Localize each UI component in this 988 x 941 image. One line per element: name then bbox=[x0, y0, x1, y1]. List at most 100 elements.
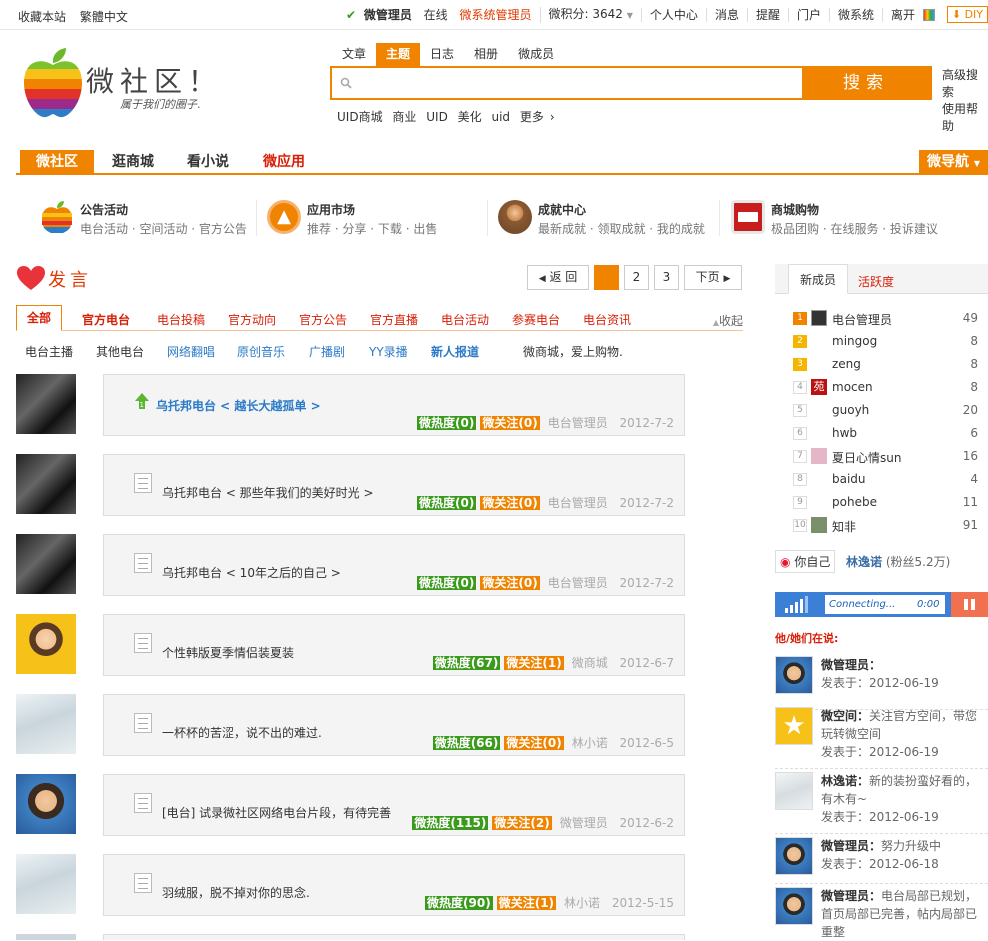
subcat-link[interactable]: 原创音乐 bbox=[237, 343, 285, 360]
rank-name[interactable]: 电台管理员 bbox=[832, 311, 892, 328]
tab-contest-radio[interactable]: 参赛电台 bbox=[512, 311, 560, 328]
page-1[interactable]: 1 bbox=[594, 265, 619, 290]
tab-all[interactable]: 全部 bbox=[16, 305, 63, 331]
post-title[interactable]: 乌托邦电台 < 10年之后的自己 > bbox=[162, 564, 341, 581]
avatar[interactable]: ★ bbox=[775, 707, 813, 745]
ranking-item[interactable]: 4 苑 mocen 8 bbox=[793, 379, 978, 401]
avatar[interactable] bbox=[775, 656, 813, 694]
post-title[interactable]: 个性韩版夏季情侣装夏装 bbox=[162, 644, 294, 661]
hot-keyword[interactable]: UID商城 bbox=[337, 110, 383, 124]
avatar[interactable] bbox=[775, 772, 813, 810]
ranking-item[interactable]: 10 知非 91 bbox=[793, 517, 978, 539]
post-title[interactable]: 乌托邦电台 < 越长大越孤单 > bbox=[156, 397, 321, 414]
page-3[interactable]: 3 bbox=[654, 265, 679, 290]
avatar[interactable] bbox=[16, 854, 76, 914]
post-author[interactable]: 林小诺 bbox=[564, 896, 600, 910]
hot-keyword[interactable]: uid bbox=[491, 110, 510, 124]
tab-radio-info[interactable]: 电台资讯 bbox=[583, 311, 631, 328]
subcat-link[interactable]: 其他电台 bbox=[96, 343, 144, 360]
avatar[interactable] bbox=[16, 454, 76, 514]
search-input[interactable] bbox=[332, 68, 802, 98]
ranking-item[interactable]: 3 zeng 8 bbox=[793, 356, 978, 378]
tab-official-notices[interactable]: 官方公告 bbox=[299, 311, 347, 328]
tab-official-live[interactable]: 官方直播 bbox=[370, 311, 418, 328]
avatar[interactable] bbox=[775, 837, 813, 875]
tab-official-news[interactable]: 官方动向 bbox=[228, 311, 276, 328]
post-author[interactable]: 电台管理员 bbox=[548, 416, 608, 430]
avatar[interactable] bbox=[16, 934, 76, 940]
theme-icon[interactable] bbox=[922, 8, 935, 21]
ranking-item[interactable]: 9 pohebe 11 bbox=[793, 494, 978, 516]
subcat-link[interactable]: 电台主播 bbox=[25, 343, 73, 360]
profile-link[interactable]: 个人中心 bbox=[640, 7, 706, 22]
site-logo[interactable]: 微社区！ 属于我们的圈子. bbox=[22, 42, 232, 122]
tab-radio-events[interactable]: 电台活动 bbox=[441, 311, 489, 328]
avatar[interactable] bbox=[16, 534, 76, 594]
rank-name[interactable]: 夏日心情sun bbox=[832, 449, 901, 466]
post-author[interactable]: 林小诺 bbox=[572, 736, 608, 750]
traditional-chinese-link[interactable]: 繁體中文 bbox=[80, 10, 128, 24]
search-tab-member[interactable]: 微成员 bbox=[508, 43, 564, 66]
tab-official-radio[interactable]: 官方电台 bbox=[82, 311, 130, 328]
weibo-account[interactable]: 林逸诺 (粉丝5.2万) bbox=[846, 553, 950, 570]
tab-new-members[interactable]: 新成员 bbox=[788, 264, 849, 294]
rank-name[interactable]: guoyh bbox=[832, 403, 869, 417]
message-author[interactable]: 微管理员： bbox=[821, 839, 881, 853]
help-link[interactable]: 使用帮助 bbox=[942, 101, 988, 135]
quick-link-shopping[interactable]: 商城购物 极品团购 · 在线服务 · 投诉建议 bbox=[731, 196, 946, 240]
next-button[interactable]: 下页 ▶ bbox=[684, 265, 742, 290]
post-title[interactable]: 一杯杯的苦涩，说不出的难过. bbox=[162, 724, 322, 741]
more-keywords-link[interactable]: 更多 › bbox=[520, 110, 561, 124]
user-group-link[interactable]: 微系统管理员 bbox=[460, 8, 532, 22]
avatar[interactable] bbox=[16, 374, 76, 434]
rank-name[interactable]: zeng bbox=[832, 357, 861, 371]
subcat-link[interactable]: 网络翻唱 bbox=[167, 343, 215, 360]
points-dropdown[interactable]: 微积分: 3642 ▼ bbox=[539, 6, 641, 23]
tab-radio-submissions[interactable]: 电台投稿 bbox=[157, 311, 205, 328]
micro-nav-dropdown[interactable]: 微导航 ▼ bbox=[918, 150, 988, 174]
avatar[interactable] bbox=[775, 887, 813, 925]
ranking-item[interactable]: 1 电台管理员 49 bbox=[793, 310, 978, 332]
ranking-item[interactable]: 8 baidu 4 bbox=[793, 471, 978, 493]
search-tab-album[interactable]: 相册 bbox=[464, 43, 508, 66]
advanced-search-link[interactable]: 高级搜索 bbox=[942, 67, 988, 101]
diy-button[interactable]: ⬇ DIY bbox=[946, 6, 988, 23]
collapse-button[interactable]: ▲收起 bbox=[713, 312, 743, 329]
avatar[interactable] bbox=[16, 774, 76, 834]
nav-item-shop[interactable]: 逛商城 bbox=[112, 150, 154, 174]
nav-item-apps[interactable]: 微应用 bbox=[263, 150, 305, 174]
nav-item-novel[interactable]: 看小说 bbox=[187, 150, 229, 174]
ranking-item[interactable]: 2 mingog 8 bbox=[793, 333, 978, 355]
rank-name[interactable]: mingog bbox=[832, 334, 877, 348]
rank-name[interactable]: pohebe bbox=[832, 495, 877, 509]
hot-keyword[interactable]: 美化 bbox=[458, 110, 482, 124]
message-author[interactable]: 微管理员： bbox=[821, 658, 881, 672]
bookmark-link[interactable]: 收藏本站 bbox=[18, 10, 66, 24]
post-title[interactable]: [电台] 试录微社区网络电台片段，有待完善 bbox=[162, 804, 391, 821]
nav-item-community[interactable]: 微社区 bbox=[20, 150, 94, 174]
search-tab-blog[interactable]: 日志 bbox=[420, 43, 464, 66]
system-link[interactable]: 微系统 bbox=[828, 7, 882, 22]
tab-activity[interactable]: 活跃度 bbox=[858, 273, 894, 290]
rank-name[interactable]: 知非 bbox=[832, 518, 856, 535]
back-button[interactable]: ◀ 返 回 bbox=[527, 265, 589, 290]
search-tab-article[interactable]: 文章 bbox=[332, 43, 376, 66]
post-author[interactable]: 微管理员 bbox=[560, 816, 608, 830]
avatar[interactable] bbox=[16, 614, 76, 674]
pause-button[interactable] bbox=[951, 592, 988, 617]
post-author[interactable]: 电台管理员 bbox=[548, 576, 608, 590]
ranking-item[interactable]: 5 guoyh 20 bbox=[793, 402, 978, 424]
ranking-item[interactable]: 7 夏日心情sun 16 bbox=[793, 448, 978, 470]
messages-link[interactable]: 消息 bbox=[705, 7, 747, 22]
rank-name[interactable]: mocen bbox=[832, 380, 873, 394]
rank-name[interactable]: hwb bbox=[832, 426, 857, 440]
hot-keyword[interactable]: 商业 bbox=[392, 110, 416, 124]
weibo-button[interactable]: ◉ 你自己 bbox=[775, 550, 836, 573]
post-title[interactable]: 乌托邦电台 < 那些年我们的美好时光 > bbox=[162, 484, 374, 501]
logout-link[interactable]: 离开 bbox=[882, 7, 943, 22]
message-author[interactable]: 微管理员： bbox=[821, 889, 881, 903]
rank-name[interactable]: baidu bbox=[832, 472, 866, 486]
quick-link-app-market[interactable]: ▲ 应用市场 推荐 · 分享 · 下载 · 出售 bbox=[267, 196, 477, 240]
subcat-link[interactable]: 新人报道 bbox=[431, 343, 479, 360]
quick-link-achievements[interactable]: 成就中心 最新成就 · 领取成就 · 我的成就 bbox=[498, 196, 718, 240]
